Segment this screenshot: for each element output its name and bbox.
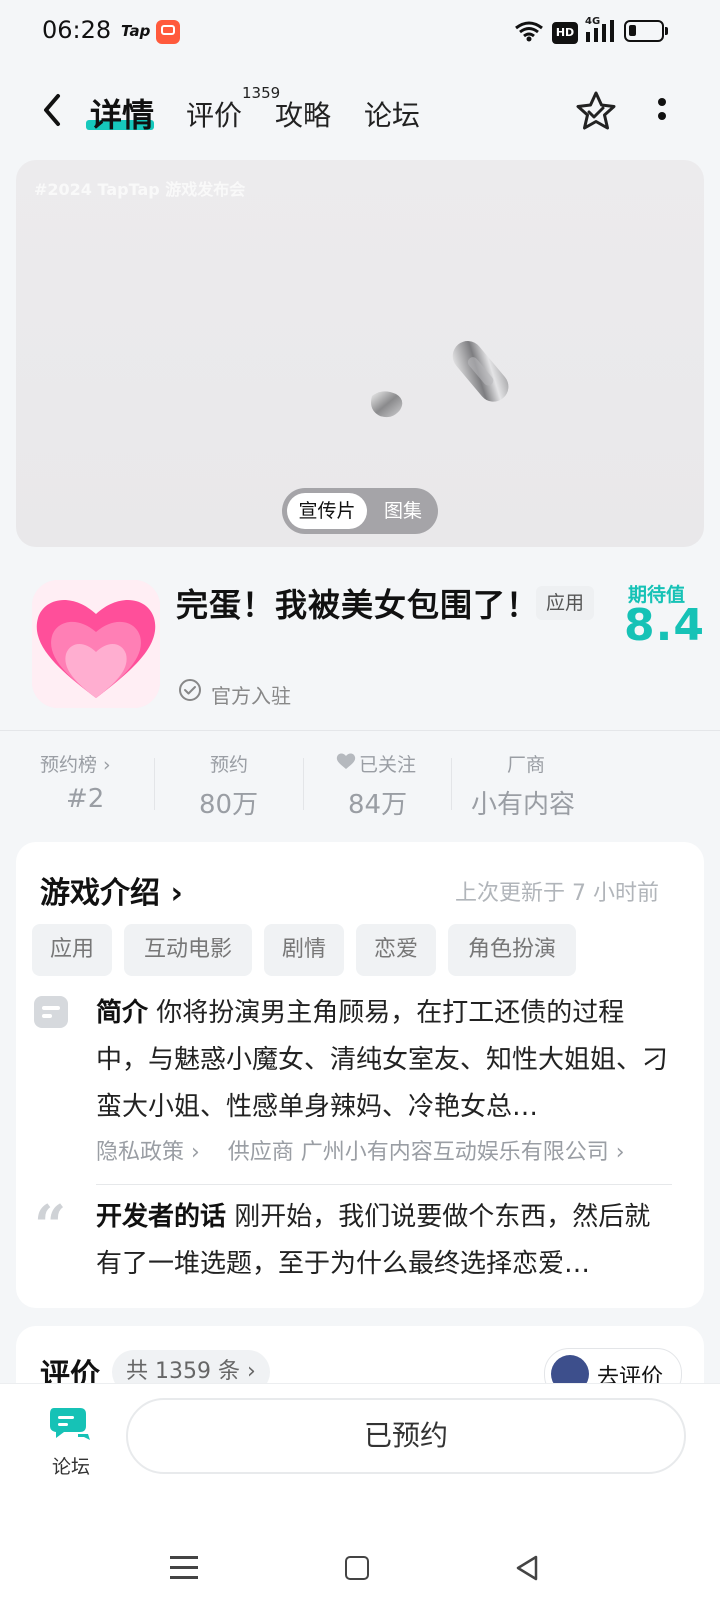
- stat-rank-value: #2: [66, 784, 105, 814]
- summary-label: 简介: [96, 998, 149, 1028]
- reserved-button[interactable]: 已预约: [126, 1398, 686, 1474]
- toggle-gallery[interactable]: 图集: [378, 493, 428, 529]
- stat-separator: [451, 758, 452, 810]
- app-title: 完蛋！我被美女包围了！: [176, 586, 540, 624]
- stat-followers-value: 84万: [348, 790, 408, 820]
- battery-icon: [624, 20, 668, 42]
- expectation-score: 8.4: [624, 600, 705, 651]
- promo-media[interactable]: #2024 TapTap 游戏发布会 宣传片 图集: [16, 160, 704, 547]
- tab-forum[interactable]: 论坛: [364, 94, 420, 134]
- tag-rpg[interactable]: 角色扮演: [448, 924, 576, 976]
- stat-reservations-label: 预约: [210, 754, 249, 776]
- divider: [0, 730, 720, 731]
- system-back-icon[interactable]: [514, 1554, 540, 1582]
- follow-star-icon[interactable]: [574, 90, 618, 132]
- tag-app[interactable]: 应用: [32, 924, 112, 976]
- tag-story[interactable]: 剧情: [264, 924, 344, 976]
- tab-reviews[interactable]: 评价: [186, 94, 242, 134]
- media-watermark: #2024 TapTap 游戏发布会: [34, 180, 246, 199]
- media-toggle: 宣传片 图集: [282, 488, 438, 534]
- system-home-icon[interactable]: [345, 1556, 369, 1580]
- system-menu-icon[interactable]: [170, 1556, 198, 1580]
- more-options-icon[interactable]: [658, 98, 666, 126]
- stat-developer-label: 厂商: [507, 754, 546, 776]
- stat-rank-label[interactable]: 预约榜 ›: [40, 750, 111, 777]
- game-summary[interactable]: 简介 你将扮演男主角顾易，在打工还债的过程中，与魅惑小魔女、清纯女室友、知性大姐…: [96, 990, 674, 1131]
- quote-icon: “: [34, 1193, 67, 1259]
- divider: [96, 1184, 672, 1185]
- app-icon: [32, 580, 160, 708]
- notification-app-icon: [156, 20, 180, 44]
- stat-separator: [154, 758, 155, 810]
- tab-guides[interactable]: 攻略: [275, 94, 331, 134]
- forum-icon[interactable]: [48, 1404, 92, 1444]
- tab-details[interactable]: 详情: [90, 90, 154, 136]
- developer-note[interactable]: 开发者的话 刚开始，我们说要做个东西，然后就有了一堆选题，至于为什么最终选择恋爱…: [96, 1194, 674, 1288]
- signal-icon: [586, 20, 614, 42]
- stat-developer-value[interactable]: 小有内容: [471, 784, 575, 821]
- app-category-badge: 应用: [536, 586, 594, 620]
- developer-note-label: 开发者的话: [96, 1202, 227, 1232]
- stat-separator: [303, 758, 304, 810]
- media-object-large: [452, 341, 509, 402]
- tag-romance[interactable]: 恋爱: [356, 924, 436, 976]
- forum-label[interactable]: 论坛: [52, 1452, 90, 1479]
- supplier-link[interactable]: 供应商 广州小有内容互动娱乐有限公司 ›: [228, 1140, 625, 1165]
- back-arrow-icon[interactable]: [38, 92, 68, 128]
- official-verified-label: 官方入驻: [211, 684, 291, 708]
- summary-body: 你将扮演男主角顾易，在打工还债的过程中，与魅惑小魔女、清纯女室友、知性大姐姐、刁…: [96, 998, 669, 1122]
- last-updated: 上次更新于 7 小时前: [455, 881, 659, 906]
- wifi-icon: [515, 21, 543, 42]
- taptap-logo: Tap: [121, 22, 151, 40]
- summary-icon: [34, 996, 68, 1028]
- game-intro-title[interactable]: 游戏介绍 ›: [40, 868, 183, 912]
- stat-reservations-value: 80万: [199, 790, 259, 820]
- heart-follow-icon: [336, 753, 356, 769]
- privacy-policy-link[interactable]: 隐私政策 ›: [96, 1140, 200, 1165]
- hd-badge: HD: [552, 22, 578, 44]
- summary-links: 隐私政策 › 供应商 广州小有内容互动娱乐有限公司 ›: [96, 1134, 625, 1166]
- toggle-promo-video[interactable]: 宣传片: [287, 493, 367, 529]
- verified-check-icon: [179, 679, 201, 701]
- media-object-small: [371, 391, 403, 418]
- status-time: 06:28: [42, 16, 112, 44]
- stat-followers-label: 已关注: [359, 754, 417, 776]
- tag-interactive-movie[interactable]: 互动电影: [124, 924, 252, 976]
